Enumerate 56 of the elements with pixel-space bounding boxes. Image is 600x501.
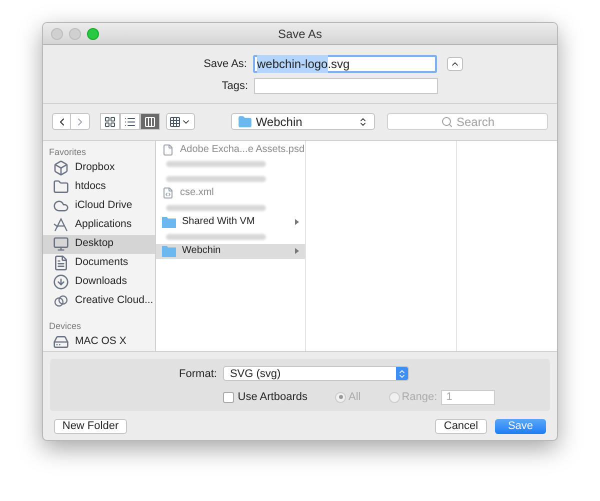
sidebar-heading: Devices: [48, 320, 82, 332]
view-button[interactable]: [120, 113, 140, 130]
sidebar-item[interactable]: htdocs: [43, 178, 155, 196]
sidebar-item[interactable]: iCloud Drive: [43, 196, 155, 216]
download-icon: [53, 274, 69, 290]
view-button[interactable]: [100, 113, 120, 130]
apps-icon: [53, 217, 69, 233]
file-row[interactable]: Shared With VM: [156, 215, 305, 230]
tags-field[interactable]: [254, 78, 438, 94]
expand-button[interactable]: [447, 57, 463, 71]
view-button[interactable]: [140, 113, 160, 130]
folder-icon: [238, 114, 252, 128]
grid-icon: [104, 116, 116, 128]
disclosure-arrow-icon: [295, 219, 299, 226]
new-folder-button[interactable]: New Folder: [54, 418, 127, 434]
folder-icon: [162, 216, 176, 228]
format-dropdown[interactable]: SVG (svg): [222, 366, 409, 382]
folder-icon: [53, 179, 69, 195]
file-icon: [162, 142, 174, 157]
desktop-icon: [53, 236, 69, 252]
disclosure-arrow-icon: [295, 248, 299, 254]
location-dropdown[interactable]: Webchin: [230, 113, 376, 130]
sidebar-item[interactable]: MAC OS X: [43, 332, 155, 352]
minimize-button[interactable]: [69, 28, 81, 40]
zoom-button[interactable]: [87, 28, 99, 40]
code-file-icon: [162, 186, 174, 200]
save-as-label: Save As:: [202, 56, 247, 72]
sidebar-item[interactable]: Creative Cloud...: [43, 292, 155, 310]
updown-icon: [358, 116, 368, 126]
window-title: Save As: [278, 26, 322, 42]
creative-cloud-icon: [53, 293, 69, 309]
sidebar-heading: Favorites: [48, 146, 88, 158]
file-name-field[interactable]: webchin-logo.svg: [253, 55, 437, 73]
close-button[interactable]: [51, 28, 63, 40]
checkbox[interactable]: [222, 392, 234, 403]
sidebar-item[interactable]: Dropbox: [43, 158, 155, 178]
sidebar-item[interactable]: Desktop: [43, 234, 155, 254]
arrange-button[interactable]: [166, 113, 195, 130]
columns-icon: [144, 116, 156, 128]
box-icon: [53, 160, 69, 176]
sidebar-item[interactable]: Downloads: [43, 272, 155, 292]
cloud-icon: [53, 198, 69, 214]
document-icon: [53, 255, 69, 271]
use-artboards-label: Use Artboards: [238, 390, 308, 405]
sidebar-item[interactable]: Applications: [43, 216, 155, 234]
file-row[interactable]: Webchin: [156, 244, 305, 258]
search-icon: [440, 116, 452, 128]
grid-icon: [169, 116, 182, 128]
tags-label: Tags:: [220, 79, 248, 94]
format-label: Format:: [179, 366, 217, 382]
sidebar-item[interactable]: Documents: [43, 254, 155, 272]
file-row[interactable]: Adobe Excha...e Assets.psd: [156, 142, 305, 157]
updown-icon: [396, 367, 408, 380]
back-button[interactable]: [52, 113, 71, 130]
folder-icon: [162, 245, 176, 258]
cancel-button[interactable]: Cancel: [435, 418, 487, 434]
